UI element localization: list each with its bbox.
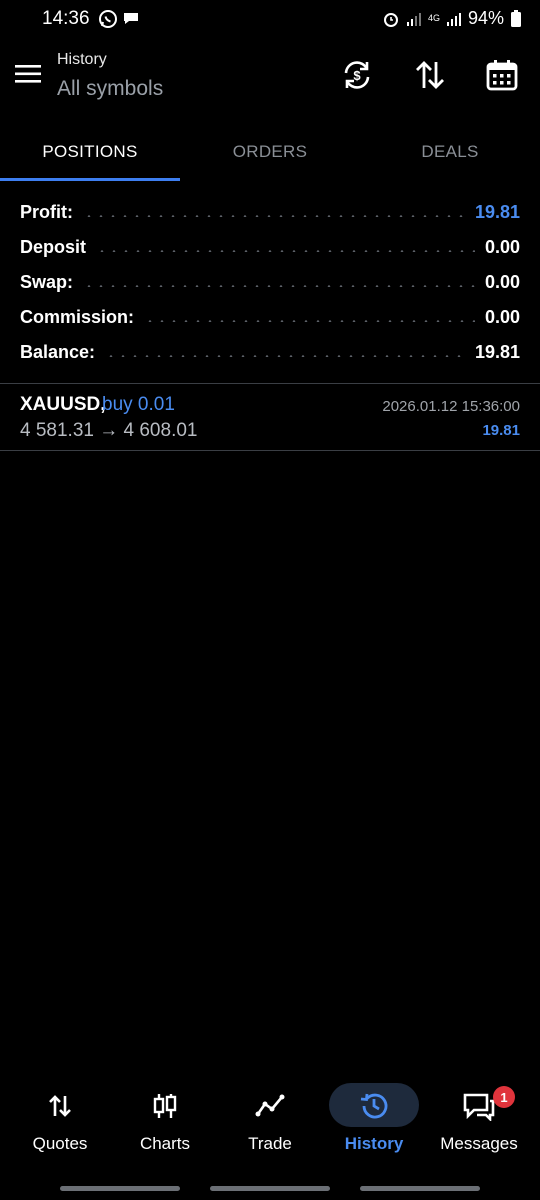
tab-orders[interactable]: ORDERS (180, 122, 360, 182)
dot-leader (144, 319, 475, 322)
quotes-arrows-icon (40, 1090, 80, 1122)
history-summary: Profit: 19.81 Deposit 0.00 Swap: 0.00 Co… (20, 195, 520, 370)
network-type: 4G (427, 13, 440, 23)
currency-exchange-icon[interactable]: $ (338, 56, 376, 94)
swap-label: Swap: (20, 272, 74, 292)
network-4g-icon: 4G (428, 14, 440, 23)
bottom-navigation: Quotes Charts Trade History 1 Messages (0, 1078, 540, 1168)
system-gesture-bar (60, 1186, 180, 1191)
nav-quotes[interactable]: Quotes (6, 1078, 114, 1168)
summary-row-swap: Swap: 0.00 (20, 265, 520, 300)
system-gesture-bar (360, 1186, 480, 1191)
sort-icon[interactable] (411, 56, 449, 94)
profit-label: Profit: (20, 202, 73, 222)
menu-icon[interactable] (14, 62, 42, 86)
alarm-icon (382, 10, 400, 28)
nav-label: Quotes (32, 1134, 88, 1153)
calendar-icon[interactable] (483, 56, 521, 94)
system-gesture-bar (210, 1186, 330, 1191)
position-prices: 4 581.31 → 4 608.01 (20, 420, 198, 441)
nav-label: Charts (139, 1134, 191, 1153)
dot-leader (96, 249, 475, 252)
deposit-value: 0.00 (484, 237, 520, 257)
deposit-label: Deposit (20, 237, 87, 257)
summary-row-balance: Balance: 19.81 (20, 335, 520, 370)
status-time: 14:36 (42, 8, 90, 29)
battery-icon (510, 9, 522, 28)
signal-icon (406, 11, 422, 27)
dot-leader (83, 284, 475, 287)
candlestick-icon (145, 1090, 185, 1122)
active-tab-indicator (0, 178, 180, 181)
position-symbol: XAUUSD, (20, 394, 106, 415)
tab-deals[interactable]: DEALS (360, 122, 540, 182)
history-clock-icon (354, 1090, 394, 1122)
swap-value: 0.00 (484, 272, 520, 292)
divider (0, 450, 540, 451)
page-title: History (57, 51, 107, 68)
nav-charts[interactable]: Charts (111, 1078, 219, 1168)
dot-leader (83, 214, 465, 217)
balance-value: 19.81 (474, 342, 520, 362)
summary-row-profit: Profit: 19.81 (20, 195, 520, 230)
position-profit: 19.81 (482, 422, 520, 439)
chat-bubble-icon (122, 9, 140, 29)
svg-text:$: $ (353, 68, 361, 83)
commission-value: 0.00 (484, 307, 520, 327)
nav-label: Messages (440, 1134, 518, 1153)
position-side: buy 0.01 (102, 394, 175, 415)
whatsapp-icon (98, 9, 118, 29)
position-time: 2026.01.12 15:36:00 (382, 398, 520, 415)
trade-line-icon (250, 1090, 290, 1122)
battery-percent: 94% (467, 8, 504, 28)
profit-value: 19.81 (474, 202, 520, 222)
nav-messages[interactable]: 1 Messages (425, 1078, 533, 1168)
tab-positions[interactable]: POSITIONS (0, 122, 180, 182)
signal-icon-2 (446, 11, 462, 27)
toolbar: History All symbols $ (0, 44, 540, 108)
nav-label: Trade (248, 1134, 292, 1153)
symbol-filter[interactable]: All symbols (57, 77, 163, 101)
list-item[interactable]: XAUUSD, buy 0.01 4 581.31 → 4 608.01 202… (0, 384, 540, 450)
dot-leader (105, 354, 465, 357)
balance-label: Balance: (20, 342, 96, 362)
nav-history[interactable]: History (320, 1078, 428, 1168)
nav-trade[interactable]: Trade (216, 1078, 324, 1168)
commission-label: Commission: (20, 307, 135, 327)
summary-row-commission: Commission: 0.00 (20, 300, 520, 335)
tab-bar: POSITIONS ORDERS DEALS (0, 122, 540, 182)
notification-badge: 1 (493, 1086, 515, 1108)
nav-label: History (344, 1134, 404, 1153)
summary-row-deposit: Deposit 0.00 (20, 230, 520, 265)
status-bar: 14:36 4G 94% (0, 0, 540, 38)
